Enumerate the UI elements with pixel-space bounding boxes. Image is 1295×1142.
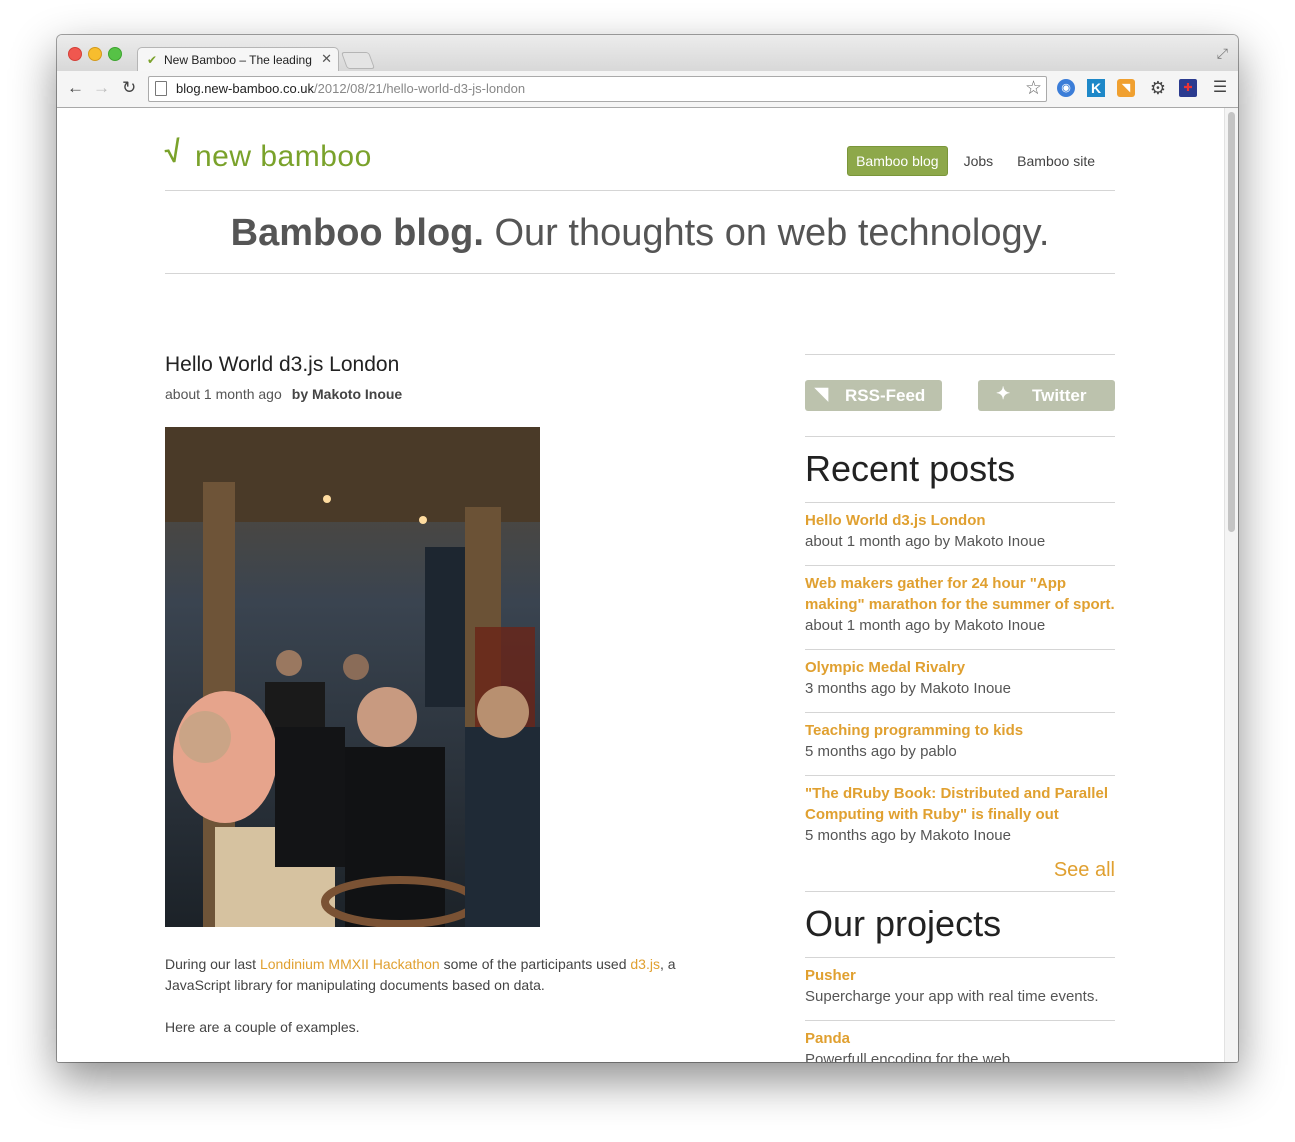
d3js-link[interactable]: d3.js (630, 956, 660, 972)
recent-post-item[interactable]: Teaching programming to kids 5 months ag… (805, 720, 1115, 762)
twitter-bird-icon: ✦ (996, 384, 1011, 403)
sidebar-divider (805, 436, 1115, 437)
scrollbar-thumb[interactable] (1228, 112, 1235, 532)
recent-post-meta: 5 months ago by Makoto Inoue (805, 827, 1011, 844)
nav-bamboo-site[interactable]: Bamboo site (1009, 147, 1103, 175)
reload-icon[interactable]: ↻ (122, 78, 136, 98)
hackathon-photo-image (165, 427, 540, 927)
recent-post-meta: 3 months ago by Makoto Inoue (805, 680, 1011, 697)
tab-title: New Bamboo – The leading R (164, 53, 314, 67)
post-photo (165, 427, 540, 927)
rss-icon: ◥ (815, 384, 829, 403)
project-item[interactable]: Pusher Supercharge your app with real ti… (805, 965, 1115, 1007)
recent-post-meta: about 1 month ago by Makoto Inoue (805, 533, 1046, 550)
recent-post-title[interactable]: Teaching programming to kids (805, 720, 1115, 741)
post-meta: about 1 month ago by Makoto Inoue (165, 386, 403, 402)
project-title[interactable]: Panda (805, 1028, 1115, 1049)
our-projects-heading: Our projects (805, 903, 1002, 944)
post-paragraph-2: Here are a couple of examples. (165, 1019, 360, 1035)
rss-feed-button[interactable]: ◥ RSS-Feed (805, 380, 942, 411)
recent-posts-heading: Recent posts (805, 448, 1016, 489)
back-arrow-icon[interactable]: ← (67, 78, 84, 98)
recent-post-item[interactable]: Hello World d3.js London about 1 month a… (805, 510, 1115, 552)
close-tab-icon[interactable]: ✕ (321, 51, 332, 67)
page-content: √ new bamboo Bamboo blog Jobs Bamboo site … (162, 108, 1115, 1062)
nav-bamboo-blog[interactable]: Bamboo blog (847, 146, 948, 176)
k-extension-icon[interactable]: K (1087, 79, 1105, 97)
see-all-link[interactable]: See all (1054, 859, 1115, 882)
recent-posts-divider (805, 502, 1115, 503)
title-bar: ✔ New Bamboo – The leading R ✕ ⤢ (57, 35, 1238, 72)
hackathon-link[interactable]: Londinium MMXII Hackathon (260, 956, 440, 972)
address-bar[interactable]: blog.new-bamboo.co.uk/2012/08/21/hello-w… (148, 76, 1047, 102)
new-tab-button[interactable] (340, 52, 376, 69)
projects-divider (805, 957, 1115, 958)
close-window-button[interactable] (68, 47, 82, 61)
list-divider (805, 649, 1115, 650)
browser-toolbar: ← → ↻ blog.new-bamboo.co.uk/2012/08/21/h… (57, 71, 1238, 108)
recent-post-item[interactable]: Olympic Medal Rivalry 3 months ago by Ma… (805, 657, 1115, 699)
forward-arrow-icon[interactable]: → (93, 78, 110, 98)
project-title[interactable]: Pusher (805, 965, 1115, 986)
url-text[interactable]: blog.new-bamboo.co.uk/2012/08/21/hello-w… (176, 81, 525, 96)
blog-tagline: Bamboo blog. Our thoughts on web technol… (230, 212, 1050, 254)
recent-post-meta: about 1 month ago by Makoto Inoue (805, 617, 1046, 634)
flag-extension-icon[interactable]: ✚ (1179, 79, 1197, 97)
rss-extension-icon[interactable]: ◥ (1117, 79, 1135, 97)
header-divider (165, 190, 1115, 191)
browser-tab[interactable]: ✔ New Bamboo – The leading R ✕ (137, 47, 339, 72)
vertical-scrollbar[interactable] (1224, 108, 1238, 1062)
recent-post-meta: 5 months ago by pablo (805, 743, 957, 760)
menu-icon[interactable]: ☰ (1211, 79, 1229, 97)
tagline-divider (165, 273, 1115, 274)
page-icon (155, 81, 167, 96)
post-paragraph-1: During our last Londinium MMXII Hackatho… (165, 956, 676, 993)
bookmark-star-icon[interactable]: ☆ (1025, 77, 1042, 100)
fullscreen-icon[interactable]: ⤢ (1217, 45, 1228, 62)
recent-post-item[interactable]: "The dRuby Book: Distributed and Paralle… (805, 783, 1115, 846)
list-divider (805, 775, 1115, 776)
project-description: Supercharge your app with real time even… (805, 988, 1099, 1005)
nav-jobs[interactable]: Jobs (956, 147, 1002, 175)
globe-extension-icon[interactable]: ◉ (1057, 79, 1075, 97)
twitter-button[interactable]: ✦ Twitter (978, 380, 1115, 411)
bamboo-favicon-icon: ✔ (147, 53, 158, 67)
post-title: Hello World d3.js London (165, 353, 400, 376)
browser-window: ✔ New Bamboo – The leading R ✕ ⤢ ← → ↻ b… (57, 35, 1238, 1062)
sidebar-top-divider (805, 354, 1115, 355)
list-divider (805, 1020, 1115, 1021)
bamboo-leaf-icon: √ (162, 135, 184, 170)
list-divider (805, 712, 1115, 713)
post-author: by Makoto Inoue (291, 386, 403, 402)
maximize-window-button[interactable] (108, 47, 122, 61)
top-navigation: Bamboo blog Jobs Bamboo site (839, 146, 1103, 176)
sidebar-divider (805, 891, 1115, 892)
recent-post-title[interactable]: "The dRuby Book: Distributed and Paralle… (805, 783, 1115, 825)
recent-post-title[interactable]: Web makers gather for 24 hour "App makin… (805, 573, 1115, 615)
minimize-window-button[interactable] (88, 47, 102, 61)
project-description: Powerfull encoding for the web (805, 1051, 1011, 1062)
page-viewport: √ new bamboo Bamboo blog Jobs Bamboo site … (57, 108, 1224, 1062)
recent-post-title[interactable]: Hello World d3.js London (805, 510, 1115, 531)
recent-post-title[interactable]: Olympic Medal Rivalry (805, 657, 1115, 678)
gear-icon[interactable]: ⚙ (1149, 79, 1167, 97)
recent-post-item[interactable]: Web makers gather for 24 hour "App makin… (805, 573, 1115, 636)
project-item[interactable]: Panda Powerfull encoding for the web (805, 1028, 1115, 1062)
list-divider (805, 565, 1115, 566)
